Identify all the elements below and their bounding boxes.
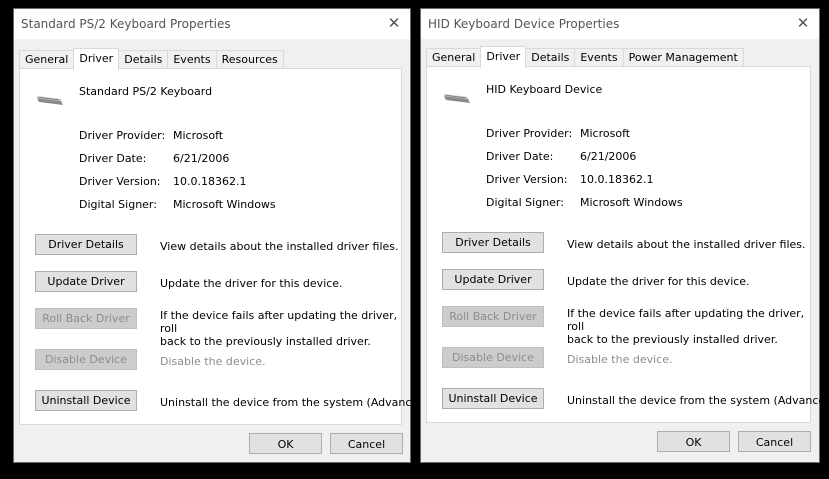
- driver-details-button[interactable]: Driver Details: [442, 232, 544, 253]
- tab-events[interactable]: Events: [574, 48, 624, 67]
- driver-details-button[interactable]: Driver Details: [35, 234, 137, 255]
- window-title: Standard PS/2 Keyboard Properties: [21, 17, 231, 31]
- tab-power-management[interactable]: Power Management: [622, 48, 744, 67]
- update-driver-button[interactable]: Update Driver: [442, 269, 544, 290]
- close-icon[interactable]: ✕: [386, 14, 402, 32]
- driver-provider-value: Microsoft: [173, 129, 224, 142]
- update-driver-desc: Update the driver for this device.: [567, 275, 750, 288]
- keyboard-icon: [444, 94, 470, 103]
- tab-resources[interactable]: Resources: [215, 50, 284, 69]
- disable-device-button: Disable Device: [442, 347, 544, 368]
- disable-device-desc: Disable the device.: [567, 353, 673, 366]
- disable-device-button: Disable Device: [35, 349, 137, 370]
- properties-dialog-hid: HID Keyboard Device Properties ✕ General…: [420, 8, 829, 463]
- tab-general[interactable]: General: [426, 48, 482, 67]
- driver-date-label: Driver Date:: [79, 152, 147, 165]
- digital-signer-value: Microsoft Windows: [580, 196, 683, 209]
- driver-version-label: Driver Version:: [486, 173, 568, 186]
- disable-device-desc: Disable the device.: [160, 355, 266, 368]
- window-title: HID Keyboard Device Properties: [428, 17, 620, 31]
- cancel-button[interactable]: Cancel: [330, 433, 403, 454]
- uninstall-device-desc: Uninstall the device from the system (Ad…: [567, 394, 829, 407]
- roll-back-driver-button: Roll Back Driver: [35, 308, 137, 329]
- digital-signer-label: Digital Signer:: [79, 198, 157, 211]
- ok-button[interactable]: OK: [657, 431, 730, 452]
- tab-driver[interactable]: Driver: [73, 48, 120, 70]
- driver-date-value: 6/21/2006: [173, 152, 230, 165]
- driver-tab-panel: Standard PS/2 Keyboard Driver Provider: …: [19, 68, 433, 425]
- cancel-button[interactable]: Cancel: [738, 431, 811, 452]
- driver-provider-value: Microsoft: [580, 127, 631, 140]
- uninstall-device-desc: Uninstall the device from the system (Ad…: [160, 396, 433, 409]
- digital-signer-value: Microsoft Windows: [173, 198, 276, 211]
- uninstall-device-button[interactable]: Uninstall Device: [442, 388, 544, 409]
- tab-details[interactable]: Details: [525, 48, 576, 67]
- roll-back-driver-desc: If the device fails after updating the d…: [567, 307, 805, 346]
- title-bar[interactable]: Standard PS/2 Keyboard Properties ✕: [14, 9, 410, 39]
- ok-button[interactable]: OK: [249, 433, 322, 454]
- tab-strip: General Driver Details Events Power Mana…: [426, 46, 744, 68]
- title-bar[interactable]: HID Keyboard Device Properties ✕: [421, 9, 819, 39]
- uninstall-device-button[interactable]: Uninstall Device: [35, 390, 137, 411]
- driver-details-desc: View details about the installed driver …: [567, 238, 806, 251]
- roll-back-driver-button: Roll Back Driver: [442, 306, 544, 327]
- device-name: HID Keyboard Device: [486, 83, 603, 96]
- tab-driver[interactable]: Driver: [480, 46, 527, 68]
- digital-signer-label: Digital Signer:: [486, 196, 564, 209]
- tab-strip: General Driver Details Events Resources: [19, 48, 284, 70]
- tab-general[interactable]: General: [19, 50, 75, 69]
- driver-details-desc: View details about the installed driver …: [160, 240, 399, 253]
- tab-events[interactable]: Events: [167, 50, 217, 69]
- driver-provider-label: Driver Provider:: [79, 129, 166, 142]
- properties-dialog-ps2: Standard PS/2 Keyboard Properties ✕ Gene…: [13, 8, 433, 463]
- driver-provider-label: Driver Provider:: [486, 127, 573, 140]
- driver-version-value: 10.0.18362.1: [173, 175, 247, 188]
- update-driver-button[interactable]: Update Driver: [35, 271, 137, 292]
- device-name: Standard PS/2 Keyboard: [79, 85, 213, 98]
- driver-version-label: Driver Version:: [79, 175, 161, 188]
- driver-date-value: 6/21/2006: [580, 150, 637, 163]
- tab-details[interactable]: Details: [118, 50, 169, 69]
- close-icon[interactable]: ✕: [795, 14, 811, 32]
- roll-back-driver-desc: If the device fails after updating the d…: [160, 309, 398, 348]
- keyboard-icon: [37, 96, 63, 105]
- driver-date-label: Driver Date:: [486, 150, 554, 163]
- update-driver-desc: Update the driver for this device.: [160, 277, 343, 290]
- driver-tab-panel: HID Keyboard Device Driver Provider: Mic…: [426, 66, 829, 423]
- driver-version-value: 10.0.18362.1: [580, 173, 654, 186]
